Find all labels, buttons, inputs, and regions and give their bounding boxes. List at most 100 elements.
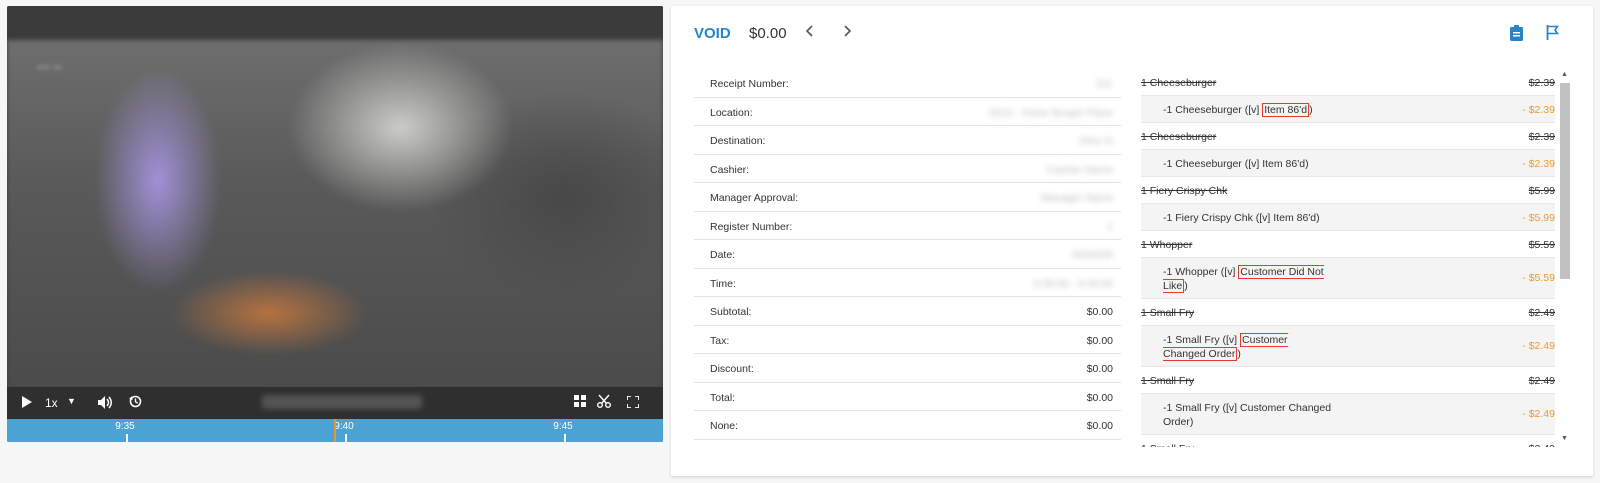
scroll-up-arrow[interactable]: ▲ (1561, 71, 1568, 78)
info-label: Destination: (710, 135, 766, 147)
chevron-left-icon[interactable] (805, 24, 813, 42)
item-price: $2.39 (1528, 131, 1555, 143)
info-label: Time: (710, 277, 736, 290)
info-row: Discount: $0.00 (694, 354, 1121, 383)
void-modifier-row: -1 Small Fry ([v] Customer Changed Order… (1141, 394, 1555, 435)
modifier-name: -1 Cheeseburger ([v] Item 86'd) (1163, 157, 1333, 171)
transaction-amount: $0.00 (749, 25, 787, 42)
info-label: Subtotal: (710, 306, 752, 318)
video-player[interactable]: ▪▪▪ ▪▪ 1x ▼ 9:35 9:40 9:45 (7, 6, 663, 442)
video-controls: 1x ▼ (7, 387, 663, 419)
modifier-prefix: -1 Small Fry ([v] (1163, 334, 1241, 346)
info-row: Tax: $0.00 (694, 326, 1121, 354)
info-row: None: $0.00 (694, 411, 1121, 440)
info-label: Cashier: (710, 163, 750, 176)
void-modifier-row: -1 Fiery Crispy Chk ([v] Item 86'd) - $5.… (1141, 204, 1555, 231)
info-row: Location: 0015 - Some Burger Place (694, 98, 1121, 126)
info-row: Date: 00/00/00 (694, 240, 1121, 269)
info-label: Tax: (710, 334, 730, 347)
speed-select[interactable]: 1x (45, 396, 58, 410)
info-row: Manager Approval: Manager Name (694, 183, 1121, 212)
info-row: Register Number: 1 (694, 212, 1121, 240)
void-item-row: 1 Small Fry $2.49 (1141, 367, 1555, 394)
modifier-name: -1 Cheeseburger ([v] Item 86'd) (1163, 103, 1333, 117)
play-icon (22, 396, 32, 408)
info-label: Location: (710, 106, 753, 119)
item-name: 1 Cheeseburger (1141, 77, 1217, 89)
modifier-name: -1 Fiery Crispy Chk ([v] Item 86'd) (1163, 211, 1333, 225)
grid-view-button[interactable] (574, 395, 586, 407)
clip-button[interactable] (597, 394, 611, 408)
timeline-major-tick (344, 434, 347, 442)
info-value: 00/00/00 (1072, 249, 1113, 261)
modifier-prefix: -1 Cheeseburger ([v] (1163, 158, 1263, 170)
timeline-major-tick (563, 434, 566, 442)
chevron-down-icon[interactable]: ▼ (67, 396, 76, 406)
timeline-label: 9:45 (553, 421, 573, 432)
item-price: $2.49 (1528, 307, 1555, 319)
info-value: 1 (1107, 220, 1113, 233)
item-name: 1 Small Fry (1141, 375, 1195, 387)
playhead[interactable] (334, 419, 336, 442)
fullscreen-button[interactable] (627, 396, 639, 408)
scissors-icon (597, 394, 611, 408)
void-item-row: 1 Fiery Crispy Chk $5.99 (1141, 177, 1555, 204)
item-price: $2.39 (1528, 77, 1555, 89)
info-row: Cashier: Cashier Name (694, 155, 1121, 183)
modifier-price: - $2.39 (1522, 104, 1555, 116)
info-label: Manager Approval: (710, 192, 799, 204)
modifier-suffix: ) (1309, 104, 1313, 116)
modifier-name: -1 Small Fry ([v] Customer Changed Order… (1163, 401, 1333, 429)
items-scrollbar[interactable]: ▲ ▼ (1559, 69, 1571, 447)
modifier-suffix: ) (1316, 212, 1320, 224)
modifier-suffix: ) (1189, 416, 1194, 428)
video-watermark: ▪▪▪ ▪▪ (37, 60, 62, 74)
transaction-info-table: Receipt Number: 221 Location: 0015 - Some B… (694, 69, 1121, 440)
info-value: 0015 - Some Burger Place (989, 106, 1113, 119)
void-modifier-row: -1 Small Fry ([v] Customer Changed Order… (1141, 326, 1555, 367)
item-name: 1 Cheeseburger (1141, 131, 1217, 143)
void-reason: Item 86'd (1262, 158, 1306, 170)
timeline-label: 9:40 (334, 421, 354, 432)
info-label: Receipt Number: (710, 78, 789, 90)
void-reason: Item 86'd (1262, 103, 1310, 117)
video-frame[interactable] (7, 40, 663, 390)
void-items-list[interactable]: 1 Cheeseburger $2.39 -1 Cheeseburger ([v] … (1141, 69, 1555, 447)
info-value: $0.00 (1086, 391, 1113, 404)
modifier-price: - $5.99 (1522, 212, 1555, 224)
grid-icon (574, 395, 586, 407)
timeline-scrubber[interactable]: 9:35 9:40 9:45 (7, 419, 663, 442)
void-modifier-row: -1 Whopper ([v] Customer Did Not Like) - … (1141, 258, 1555, 299)
timeline-label: 9:35 (115, 421, 135, 432)
replay-button[interactable] (129, 395, 142, 408)
volume-button[interactable] (98, 396, 113, 409)
info-row: Receipt Number: 221 (694, 69, 1121, 98)
modifier-name: -1 Whopper ([v] Customer Did Not Like) (1163, 265, 1333, 293)
info-row: Time: 9:39:56 - 9:40:00 (694, 269, 1121, 297)
void-modifier-row: -1 Cheeseburger ([v] Item 86'd) - $2.39 (1141, 96, 1555, 123)
modifier-prefix: -1 Fiery Crispy Chk ([v] (1163, 212, 1274, 224)
modifier-price: - $2.49 (1522, 340, 1555, 352)
modifier-name: -1 Small Fry ([v] Customer Changed Order… (1163, 333, 1333, 361)
void-item-row: 1 Cheeseburger $2.39 (1141, 69, 1555, 96)
clipboard-icon[interactable] (1510, 25, 1523, 46)
info-value: $0.00 (1086, 420, 1113, 432)
info-label: None: (710, 420, 739, 432)
item-price: $5.59 (1528, 239, 1555, 251)
chevron-right-icon[interactable] (844, 24, 852, 42)
void-item-row: 1 Whopper $5.59 (1141, 231, 1555, 258)
scroll-down-arrow[interactable]: ▼ (1561, 435, 1568, 442)
info-value: Cashier Name (1045, 163, 1113, 176)
info-value: Dine In (1079, 135, 1113, 147)
transaction-detail-panel: VOID $0.00 Receipt Number: 221 Location: 00… (671, 6, 1593, 476)
void-item-row: 1 Small Fry $2.49 (1141, 435, 1555, 447)
modifier-prefix: -1 Small Fry ([v] (1163, 402, 1241, 414)
video-topbar (7, 6, 663, 40)
scroll-thumb[interactable] (1560, 83, 1570, 279)
play-button[interactable] (21, 396, 32, 408)
modifier-suffix: ) (1184, 280, 1188, 292)
void-reason: Item 86'd (1273, 212, 1317, 224)
info-label: Total: (710, 391, 736, 404)
modifier-suffix: ) (1305, 158, 1309, 170)
flag-icon[interactable] (1546, 25, 1560, 45)
